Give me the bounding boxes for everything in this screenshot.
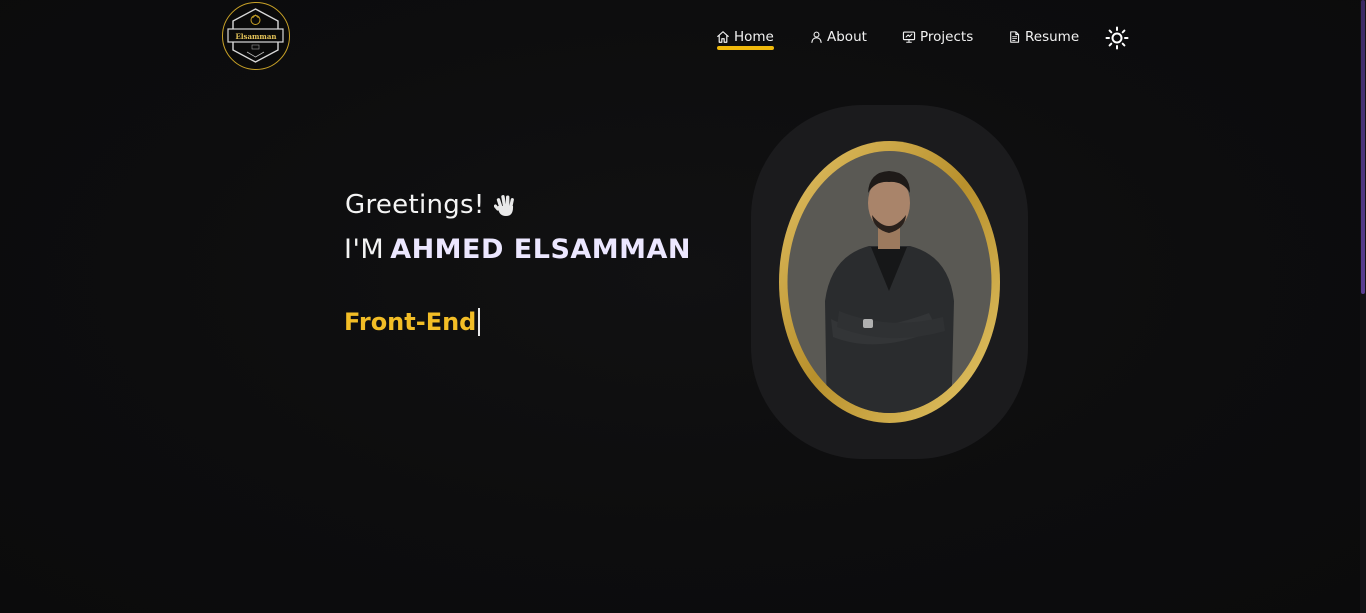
nav-item-about-label: About — [827, 29, 867, 45]
logo-text: Elsamman — [235, 32, 277, 41]
intro-heading: I'M AHMED ELSAMMAN — [344, 234, 691, 265]
sun-icon — [1105, 26, 1129, 50]
page: Elsamman Home About Projects Resume Gree… — [0, 0, 1366, 613]
active-nav-indicator — [717, 46, 774, 50]
theme-toggle-button[interactable] — [1105, 26, 1129, 50]
nav-item-about[interactable]: About — [810, 27, 902, 47]
scrollbar-thumb[interactable] — [1361, 0, 1365, 294]
site-logo[interactable]: Elsamman — [222, 2, 290, 70]
nav-item-home[interactable]: Home — [716, 27, 810, 50]
typewriter-text: Front-End — [344, 308, 477, 336]
nav-item-resume[interactable]: Resume — [1008, 27, 1106, 47]
typewriter-cursor — [478, 308, 481, 336]
nav-item-resume-label: Resume — [1025, 29, 1080, 45]
main-nav: Home About Projects Resume — [716, 27, 1106, 50]
nav-item-projects[interactable]: Projects — [902, 27, 1008, 47]
scrollbar[interactable] — [1360, 0, 1366, 613]
waving-hand-icon — [493, 195, 514, 216]
hero-name: AHMED ELSAMMAN — [390, 234, 692, 265]
greeting-text: Greetings! — [345, 190, 485, 220]
nav-item-home-label: Home — [734, 29, 774, 45]
profile-photo-image — [779, 141, 1000, 423]
nav-item-projects-label: Projects — [920, 29, 974, 45]
home-icon — [717, 31, 729, 43]
profile-photo — [779, 141, 1000, 423]
greeting-heading: Greetings! — [345, 190, 516, 220]
user-icon — [811, 31, 822, 43]
typewriter-role: Front-End — [344, 308, 481, 336]
monitor-icon — [902, 31, 916, 43]
document-icon — [1010, 31, 1020, 43]
intro-prefix: I'M — [344, 234, 385, 265]
